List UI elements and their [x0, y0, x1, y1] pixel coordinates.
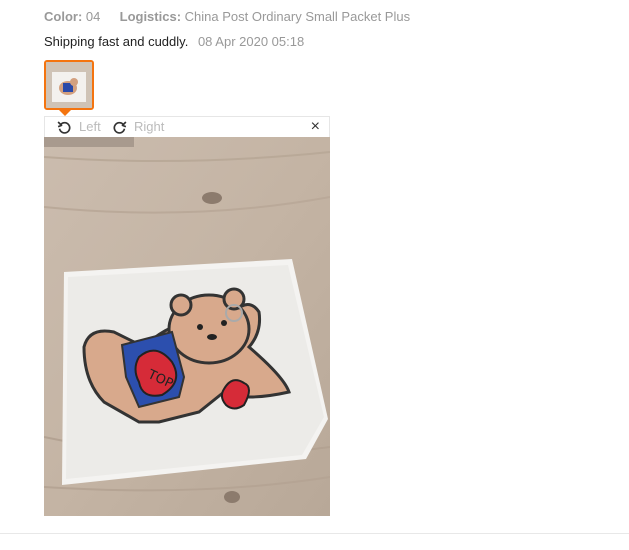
color-label: Color:	[44, 9, 83, 24]
logistics-label: Logistics:	[119, 9, 182, 24]
review-photo: TOP	[44, 137, 330, 516]
review-date: 08 Apr 2020 05:18	[197, 34, 305, 49]
photo-image: TOP	[44, 137, 330, 516]
image-viewer: Left Right × TOP	[44, 116, 330, 516]
rotate-right-icon	[113, 120, 127, 134]
thumbnail-image	[46, 62, 92, 108]
close-icon[interactable]: ×	[311, 118, 320, 136]
review-photo-thumbnail[interactable]	[44, 60, 94, 110]
rotate-left-button[interactable]: Left	[56, 118, 101, 136]
rotate-left-icon	[57, 120, 71, 134]
review-text: Shipping fast and cuddly.	[44, 34, 189, 49]
section-divider	[0, 533, 629, 534]
color-value: 04	[85, 9, 101, 24]
rotate-right-button[interactable]: Right	[111, 118, 164, 136]
review-body: Shipping fast and cuddly. 08 Apr 2020 05…	[44, 33, 304, 51]
viewer-toolbar: Left Right ×	[44, 116, 330, 137]
logistics-value: China Post Ordinary Small Packet Plus	[184, 9, 411, 24]
review-meta: Color: 04 Logistics: China Post Ordinary…	[44, 8, 410, 26]
rotate-right-label: Right	[134, 119, 165, 134]
rotate-left-label: Left	[79, 119, 101, 134]
